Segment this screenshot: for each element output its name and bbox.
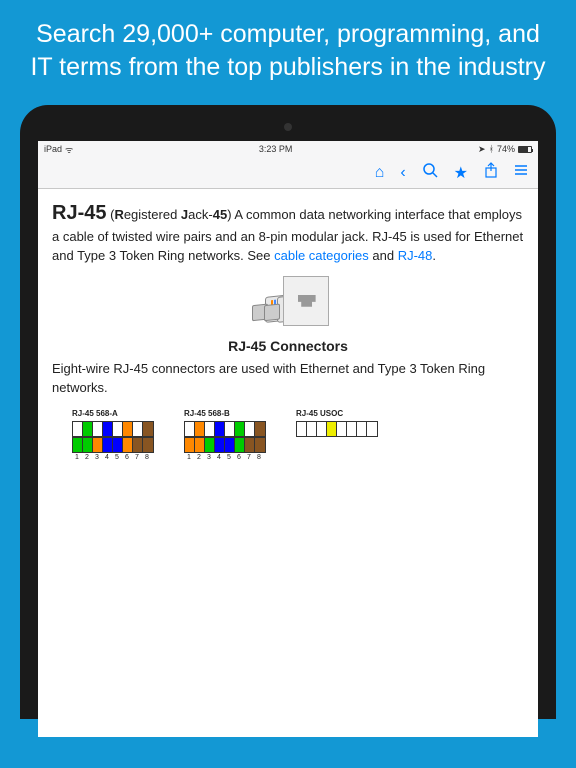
link-cable-categories[interactable]: cable categories	[274, 248, 369, 263]
diagram-description: Eight-wire RJ-45 connectors are used wit…	[52, 360, 524, 398]
camera-dot	[284, 123, 292, 131]
link-rj48[interactable]: RJ-48	[398, 248, 433, 263]
battery-pct: 74%	[497, 144, 515, 154]
diagram-caption: RJ-45 Connectors	[52, 336, 524, 356]
pinout-568a: RJ-45 568-A 12345678	[72, 408, 154, 464]
search-icon[interactable]	[422, 162, 438, 183]
term-title: RJ-45	[52, 202, 106, 224]
pinout-usoc: RJ-45 USOC	[296, 408, 378, 464]
promo-headline: Search 29,000+ computer, programming, an…	[0, 0, 576, 105]
home-icon[interactable]: ⌂	[375, 164, 385, 182]
carrier-label: iPad	[44, 144, 62, 154]
rj45-jack-illustration	[283, 276, 329, 326]
wifi-icon: ᯤ	[65, 143, 73, 156]
connector-diagram	[52, 276, 524, 326]
definition: RJ-45 (Registered Jack-45) A common data…	[52, 199, 524, 266]
status-bar: iPad ᯤ 3:23 PM ➤ ᚼ 74%	[38, 141, 538, 157]
toolbar: ⌂ ‹ ★	[38, 157, 538, 189]
pinout-568b: RJ-45 568-B 12345678	[184, 408, 266, 464]
article-content: RJ-45 (Registered Jack-45) A common data…	[38, 189, 538, 473]
menu-icon[interactable]	[514, 163, 528, 182]
bluetooth-icon: ᚼ	[489, 144, 494, 154]
favorite-icon[interactable]: ★	[454, 163, 468, 183]
back-icon[interactable]: ‹	[400, 164, 405, 182]
battery-icon	[518, 146, 532, 153]
screen: iPad ᯤ 3:23 PM ➤ ᚼ 74% ⌂ ‹ ★ RJ-45 (Regi…	[38, 141, 538, 737]
clock: 3:23 PM	[259, 144, 293, 154]
tablet-frame: iPad ᯤ 3:23 PM ➤ ᚼ 74% ⌂ ‹ ★ RJ-45 (Regi…	[20, 105, 556, 719]
share-icon[interactable]	[484, 162, 498, 183]
pinout-diagrams: RJ-45 568-A 12345678 RJ-45 568-B 1234567…	[52, 408, 524, 464]
location-icon: ➤	[478, 144, 486, 155]
